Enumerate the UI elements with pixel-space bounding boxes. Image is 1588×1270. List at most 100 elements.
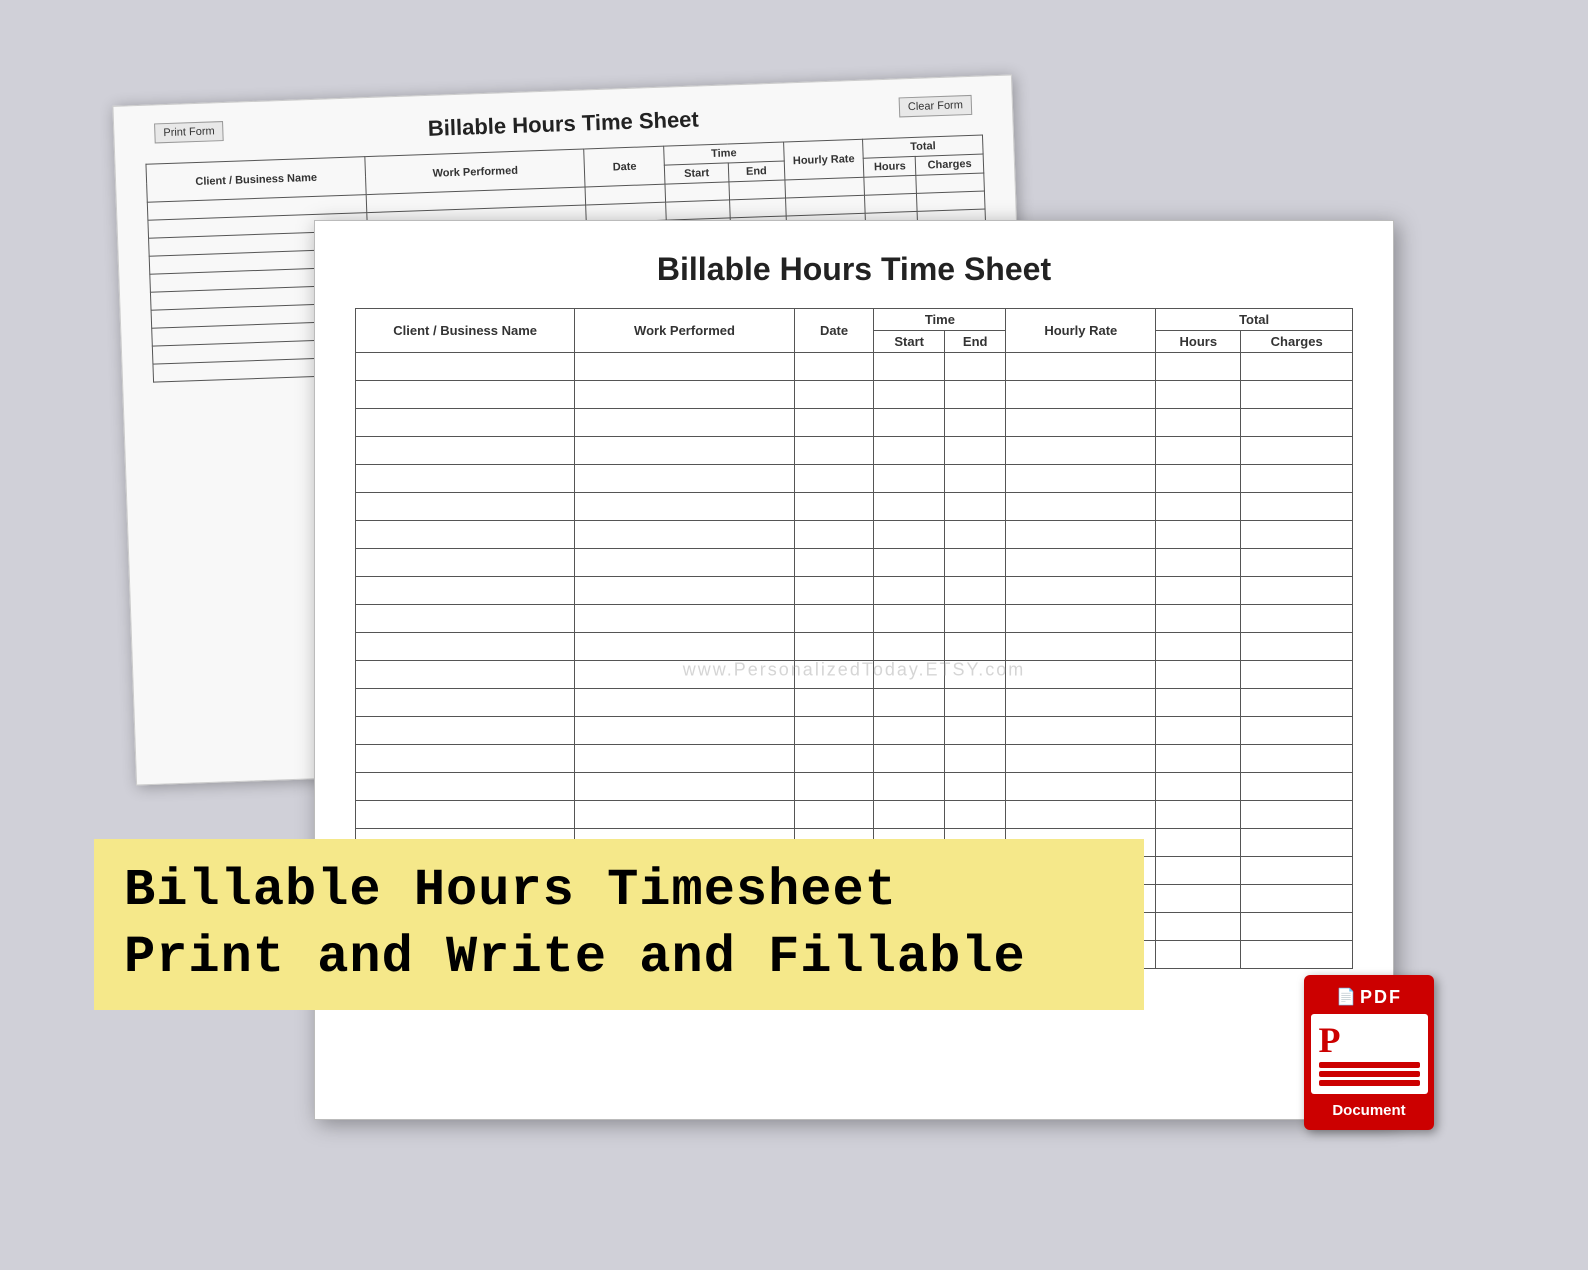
table-cell[interactable] (1156, 465, 1241, 493)
table-cell[interactable] (945, 633, 1006, 661)
table-cell[interactable] (794, 661, 874, 689)
table-cell[interactable] (1241, 465, 1353, 493)
table-cell[interactable] (874, 381, 945, 409)
table-cell[interactable] (729, 198, 785, 218)
table-cell[interactable] (1156, 577, 1241, 605)
table-cell[interactable] (575, 381, 794, 409)
table-cell[interactable] (575, 689, 794, 717)
table-cell[interactable] (945, 577, 1006, 605)
table-cell[interactable] (356, 773, 575, 801)
table-cell[interactable] (1006, 745, 1156, 773)
table-cell[interactable] (356, 437, 575, 465)
table-cell[interactable] (729, 180, 785, 200)
table-cell[interactable] (1006, 689, 1156, 717)
table-cell[interactable] (1241, 521, 1353, 549)
table-cell[interactable] (794, 577, 874, 605)
table-cell[interactable] (1156, 885, 1241, 913)
table-cell[interactable] (874, 633, 945, 661)
table-cell[interactable] (1241, 689, 1353, 717)
table-cell[interactable] (1006, 353, 1156, 381)
table-cell[interactable] (356, 633, 575, 661)
table-cell[interactable] (794, 521, 874, 549)
table-cell[interactable] (575, 605, 794, 633)
table-cell[interactable] (874, 465, 945, 493)
table-cell[interactable] (666, 200, 730, 220)
table-cell[interactable] (1241, 857, 1353, 885)
table-cell[interactable] (794, 549, 874, 577)
table-cell[interactable] (356, 549, 575, 577)
table-cell[interactable] (945, 773, 1006, 801)
table-cell[interactable] (794, 437, 874, 465)
table-cell[interactable] (575, 353, 794, 381)
table-cell[interactable] (945, 689, 1006, 717)
table-cell[interactable] (1156, 941, 1241, 969)
table-cell[interactable] (794, 689, 874, 717)
table-cell[interactable] (874, 689, 945, 717)
table-cell[interactable] (665, 182, 729, 202)
table-cell[interactable] (874, 605, 945, 633)
table-cell[interactable] (1156, 913, 1241, 941)
table-cell[interactable] (794, 773, 874, 801)
clear-form-button[interactable]: Clear Form (899, 95, 973, 118)
table-cell[interactable] (1241, 661, 1353, 689)
table-cell[interactable] (356, 353, 575, 381)
table-cell[interactable] (356, 801, 575, 829)
table-cell[interactable] (575, 409, 794, 437)
table-cell[interactable] (1006, 521, 1156, 549)
table-cell[interactable] (1006, 633, 1156, 661)
table-cell[interactable] (356, 493, 575, 521)
table-cell[interactable] (794, 493, 874, 521)
table-cell[interactable] (945, 493, 1006, 521)
table-cell[interactable] (1156, 605, 1241, 633)
table-cell[interactable] (1241, 381, 1353, 409)
table-cell[interactable] (1006, 577, 1156, 605)
print-form-button[interactable]: Print Form (154, 121, 224, 143)
table-cell[interactable] (1156, 801, 1241, 829)
table-cell[interactable] (794, 381, 874, 409)
table-cell[interactable] (1241, 745, 1353, 773)
table-cell[interactable] (945, 521, 1006, 549)
table-cell[interactable] (945, 437, 1006, 465)
table-cell[interactable] (1006, 437, 1156, 465)
table-cell[interactable] (1006, 717, 1156, 745)
table-cell[interactable] (575, 465, 794, 493)
table-cell[interactable] (1241, 717, 1353, 745)
table-cell[interactable] (1006, 549, 1156, 577)
table-cell[interactable] (1156, 773, 1241, 801)
table-cell[interactable] (575, 773, 794, 801)
table-cell[interactable] (1241, 493, 1353, 521)
table-cell[interactable] (1156, 493, 1241, 521)
table-cell[interactable] (1241, 801, 1353, 829)
table-cell[interactable] (356, 745, 575, 773)
table-cell[interactable] (794, 409, 874, 437)
table-cell[interactable] (874, 353, 945, 381)
table-cell[interactable] (1006, 773, 1156, 801)
table-cell[interactable] (1156, 745, 1241, 773)
table-cell[interactable] (1241, 549, 1353, 577)
table-cell[interactable] (356, 577, 575, 605)
table-cell[interactable] (575, 437, 794, 465)
table-cell[interactable] (356, 661, 575, 689)
table-cell[interactable] (356, 465, 575, 493)
table-cell[interactable] (874, 717, 945, 745)
table-cell[interactable] (1241, 941, 1353, 969)
table-cell[interactable] (575, 661, 794, 689)
table-cell[interactable] (575, 549, 794, 577)
table-cell[interactable] (945, 465, 1006, 493)
table-cell[interactable] (945, 661, 1006, 689)
table-cell[interactable] (1006, 465, 1156, 493)
table-cell[interactable] (356, 521, 575, 549)
table-cell[interactable] (575, 745, 794, 773)
table-cell[interactable] (1156, 353, 1241, 381)
table-cell[interactable] (1241, 885, 1353, 913)
table-cell[interactable] (794, 605, 874, 633)
table-cell[interactable] (1156, 521, 1241, 549)
table-cell[interactable] (794, 465, 874, 493)
table-cell[interactable] (356, 381, 575, 409)
table-cell[interactable] (794, 717, 874, 745)
table-cell[interactable] (1156, 661, 1241, 689)
table-cell[interactable] (874, 661, 945, 689)
table-cell[interactable] (1156, 717, 1241, 745)
table-cell[interactable] (575, 801, 794, 829)
table-cell[interactable] (1156, 857, 1241, 885)
